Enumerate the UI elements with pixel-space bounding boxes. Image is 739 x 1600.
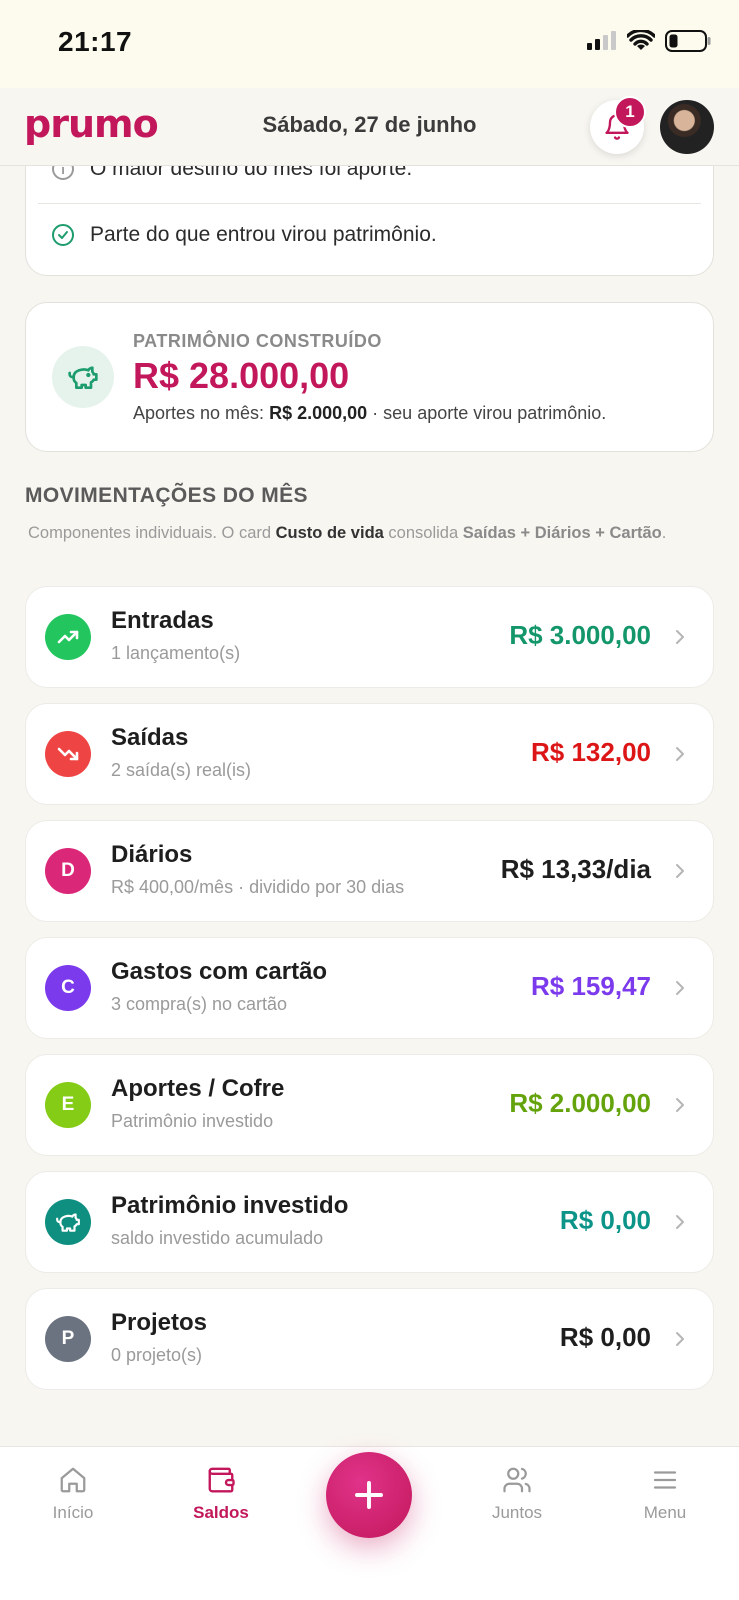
movement-title: Aportes / Cofre [111, 1075, 285, 1102]
section-desc-text: consolida [388, 524, 459, 542]
chevron-right-icon [673, 1325, 687, 1353]
movement-card-projetos[interactable]: P Projetos 0 projeto(s) R$ 0,00 [25, 1288, 714, 1390]
movement-value: R$ 0,00 [559, 1205, 651, 1235]
movement-card-aportes-cofre[interactable]: E Aportes / Cofre Patrimônio investido R$ 2… [25, 1054, 714, 1156]
check-circle-icon [52, 224, 74, 246]
info-icon: i [52, 166, 74, 180]
patrimonio-sub-amount: R$ 2.000,00 [269, 403, 368, 423]
letter-d-icon: D [45, 848, 91, 894]
piggy-bank-icon [45, 1199, 91, 1245]
menu-icon [653, 1471, 677, 1489]
cellular-signal-icon [587, 31, 616, 50]
nav-home[interactable]: Início [18, 1465, 128, 1523]
nav-juntos[interactable]: Juntos [462, 1465, 572, 1523]
movement-card-entradas[interactable]: Entradas 1 lançamento(s) R$ 3.000,00 [25, 586, 714, 688]
wifi-icon [627, 30, 655, 50]
movement-title: Projetos [111, 1309, 208, 1336]
users-icon [503, 1467, 531, 1493]
movement-value: R$ 0,00 [559, 1322, 651, 1352]
section-title: MOVIMENTAÇÕES DO MÊS [25, 484, 308, 507]
movement-card-patrimonio-investido[interactable]: Patrimônio investido saldo investido acum… [25, 1171, 714, 1273]
movement-title: Diários [111, 841, 193, 868]
section-description: Componentes individuais. O card Custo de… [28, 520, 708, 546]
letter-e-icon: E [45, 1082, 91, 1128]
movement-card-diarios[interactable]: D Diários R$ 400,00/mês · dividido por 30 … [25, 820, 714, 922]
battery-icon [665, 30, 711, 52]
movement-title: Entradas [111, 607, 214, 634]
app-header: prumo Sábado, 27 de junho 1 [0, 88, 739, 166]
status-time: 21:17 [58, 26, 133, 57]
movement-title: Gastos com cartão [111, 958, 328, 985]
patrimonio-subtitle: Aportes no mês: R$ 2.000,00 · seu aporte… [133, 403, 606, 424]
movement-subtitle: 3 compra(s) no cartão [111, 994, 288, 1014]
wallet-icon [208, 1467, 235, 1493]
status-icons [587, 30, 711, 52]
section-desc-text: . [661, 524, 667, 542]
chevron-right-icon [673, 1208, 687, 1236]
add-button[interactable] [326, 1452, 412, 1538]
nav-menu-label: Menu [643, 1503, 687, 1522]
plus-icon [355, 1481, 383, 1509]
insight-text: Parte do que entrou virou patrimônio. [90, 223, 437, 246]
chevron-right-icon [673, 1091, 687, 1119]
chevron-right-icon [673, 623, 687, 651]
movement-title: Saídas [111, 724, 189, 751]
movement-card-gastos-com-cartao[interactable]: C Gastos com cartão 3 compra(s) no cartão R… [25, 937, 714, 1039]
letter-p-icon: P [45, 1316, 91, 1362]
trend-up-icon [45, 614, 91, 660]
chevron-right-icon [673, 974, 687, 1002]
insight-row: i O maior destino do mês foi aporte. [52, 166, 412, 181]
movement-value: R$ 2.000,00 [509, 1088, 651, 1118]
movement-subtitle: saldo investido acumulado [111, 1228, 324, 1248]
movement-value: R$ 132,00 [531, 737, 651, 767]
insight-text: O maior destino do mês foi aporte. [90, 166, 413, 180]
movement-value: R$ 3.000,00 [509, 620, 651, 650]
insights-card: i O maior destino do mês foi aporte. Par… [25, 166, 714, 276]
section-desc-text: Componentes individuais. O card [28, 524, 272, 542]
movement-title: Patrimônio investido [111, 1192, 349, 1219]
movement-card-saidas[interactable]: Saídas 2 saída(s) real(is) R$ 132,00 [25, 703, 714, 805]
letter-c-icon: C [45, 965, 91, 1011]
patrimonio-sub-prefix: Aportes no mês: [133, 403, 265, 423]
piggy-bank-icon [52, 346, 114, 408]
patrimonio-sub-suffix: · seu aporte virou patrimônio. [372, 403, 607, 423]
chevron-right-icon [673, 740, 687, 768]
movement-subtitle: Patrimônio investido [111, 1111, 274, 1131]
nav-saldos[interactable]: Saldos [166, 1465, 276, 1523]
movement-value: R$ 13,33/dia [500, 854, 651, 884]
section-desc-bold: Custo de vida [275, 524, 384, 542]
main-content: i O maior destino do mês foi aporte. Par… [0, 166, 739, 1446]
nav-home-label: Início [52, 1503, 94, 1522]
movement-subtitle: 0 projeto(s) [111, 1345, 203, 1365]
divider [38, 203, 701, 204]
patrimonio-card[interactable]: PATRIMÔNIO CONSTRUÍDO R$ 28.000,00 Aport… [25, 302, 714, 452]
home-icon [60, 1467, 86, 1493]
insight-row: Parte do que entrou virou patrimônio. [52, 223, 437, 247]
section-desc-bold: Saídas + Diários + Cartão [462, 524, 662, 542]
movement-subtitle: 1 lançamento(s) [111, 643, 241, 663]
status-bar: 21:17 [0, 0, 739, 88]
patrimonio-label: PATRIMÔNIO CONSTRUÍDO [133, 331, 382, 351]
movement-value: R$ 159,47 [531, 971, 651, 1001]
trend-down-icon [45, 731, 91, 777]
notification-badge: 1 [614, 96, 646, 128]
nav-menu[interactable]: Menu [610, 1465, 720, 1523]
avatar[interactable] [660, 100, 714, 154]
nav-juntos-label: Juntos [491, 1503, 543, 1522]
patrimonio-value: R$ 28.000,00 [133, 355, 350, 396]
nav-saldos-label: Saldos [193, 1503, 249, 1522]
chevron-right-icon [673, 857, 687, 885]
movement-subtitle: R$ 400,00/mês · dividido por 30 dias [111, 877, 405, 897]
movement-subtitle: 2 saída(s) real(is) [111, 760, 252, 780]
